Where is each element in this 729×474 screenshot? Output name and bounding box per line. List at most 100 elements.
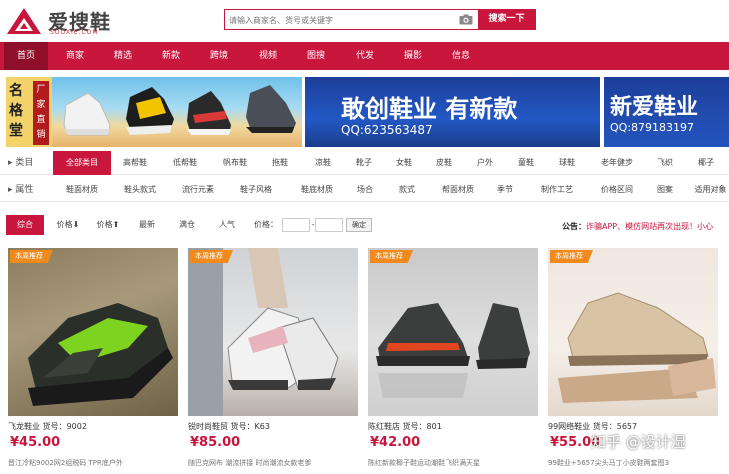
attribute-item[interactable]: 鞋子风格 — [230, 178, 282, 202]
category-item[interactable]: 凉鞋 — [305, 151, 341, 175]
product-desc[interactable]: 陈红新款椰子鞋运动潮鞋飞织满天星 — [368, 458, 538, 468]
attribute-item[interactable]: 场合 — [350, 178, 380, 202]
store-name[interactable]: 陈红鞋店 — [368, 422, 400, 431]
attribute-item[interactable]: 鞋底材质 — [291, 178, 343, 202]
attribute-item[interactable]: 鞋头款式 — [114, 178, 166, 202]
sort-popularity[interactable]: 人气 — [212, 215, 242, 235]
shoe-photo — [28, 303, 173, 406]
sort-price-asc[interactable]: 价格⬆ — [90, 215, 126, 235]
product-card[interactable]: 本周推荐 飞龙鞋业 货号：9002 ¥45.00 晋江冷粘9002网2组税码 T… — [8, 248, 178, 474]
category-item[interactable]: 低帮鞋 — [164, 151, 206, 175]
product-card[interactable]: 本周推荐 陈红鞋店 货号：801 ¥42.00 陈红新款椰子鞋运动潮鞋飞织满天星 — [368, 248, 538, 474]
nav-item-info[interactable]: 信息 — [439, 42, 483, 70]
category-item[interactable]: 老年健步 — [592, 151, 642, 175]
store-name[interactable]: 锐时尚鞋贸 — [188, 422, 228, 431]
product-tag: 本周推荐 — [10, 250, 53, 263]
attribute-item[interactable]: 图案 — [650, 178, 680, 202]
product-tag: 本周推荐 — [550, 250, 593, 263]
category-item[interactable]: 飞织 — [650, 151, 680, 175]
price-confirm-button[interactable]: 确定 — [346, 218, 372, 232]
category-item[interactable]: 高帮鞋 — [114, 151, 156, 175]
banner-ganchuang[interactable]: 敢创鞋业 有新款 QQ:623563487 — [305, 77, 600, 147]
nav-item-merchants[interactable]: 商家 — [53, 42, 97, 70]
sku: 801 — [426, 422, 442, 431]
category-item[interactable]: 帆布鞋 — [214, 151, 256, 175]
sku: 5657 — [616, 422, 638, 431]
nav-item-video[interactable]: 视频 — [246, 42, 290, 70]
sneaker-image — [63, 92, 111, 136]
banner-title: 新爱鞋业 — [610, 95, 699, 120]
attribute-item[interactable]: 鞋面材质 — [56, 178, 108, 202]
price-max-input[interactable] — [315, 218, 343, 232]
product-meta: 锐时尚鞋贸 货号：K63 — [188, 422, 270, 431]
store-name[interactable]: 99网络鞋业 — [548, 422, 590, 431]
nav-item-new[interactable]: 新款 — [149, 42, 193, 70]
shoe-photo — [558, 292, 716, 403]
sort-price-desc[interactable]: 价格⬇ — [50, 215, 86, 235]
sneaker-image — [126, 87, 174, 135]
sneaker-image — [187, 91, 231, 135]
badge-brand-text: 名 格 堂 — [9, 83, 23, 139]
logo-domain: SOOXIE.COM — [50, 29, 99, 36]
category-item[interactable]: 女鞋 — [386, 151, 422, 175]
product-tag: 本周推荐 — [370, 250, 413, 263]
product-price: ¥85.00 — [190, 435, 241, 450]
attribute-label: ▸ 属性 — [8, 185, 34, 195]
banner-badge: 名 格 堂 厂 家 直 销 — [6, 77, 52, 147]
attribute-item[interactable]: 适用对象 — [692, 178, 729, 202]
category-item[interactable]: 靴子 — [346, 151, 382, 175]
badge-factory-direct: 厂 家 直 销 — [33, 81, 49, 145]
product-tag: 本周推荐 — [190, 250, 233, 263]
sort-default[interactable]: 综合 — [6, 215, 44, 235]
price-min-input[interactable] — [282, 218, 310, 232]
category-filter-row: ▸ 类目 全部类目 高帮鞋 低帮鞋 帆布鞋 拖鞋 凉鞋 靴子 女鞋 皮鞋 户外 … — [0, 151, 729, 175]
banner-xinai[interactable]: 新爱鞋业 QQ:879183197 — [604, 77, 729, 147]
search-input[interactable] — [229, 13, 449, 27]
notice[interactable]: 公告：诈骗APP、模仿网站再次出现！小心 — [562, 221, 713, 232]
category-item[interactable]: 球鞋 — [549, 151, 585, 175]
attribute-item[interactable]: 款式 — [392, 178, 422, 202]
category-all[interactable]: 全部类目 — [53, 151, 111, 175]
nav-item-home[interactable]: 首页 — [4, 42, 48, 70]
camera-icon[interactable] — [459, 14, 473, 25]
product-card[interactable]: 本周推荐 锐时尚鞋贸 货号：K63 ¥85.00 随巴克网布 潮流拼接 时尚潮流… — [188, 248, 358, 474]
category-item[interactable]: 拖鞋 — [262, 151, 298, 175]
search-bar: 搜索一下 — [224, 9, 536, 30]
product-image[interactable] — [8, 248, 178, 416]
product-image[interactable] — [368, 248, 538, 416]
product-image[interactable] — [188, 248, 358, 416]
sort-newest[interactable]: 最新 — [132, 215, 162, 235]
nav-item-featured[interactable]: 精选 — [101, 42, 145, 70]
search-button[interactable]: 搜索一下 — [478, 10, 535, 29]
sort-stock[interactable]: 满仓 — [172, 215, 202, 235]
nav-item-image-search[interactable]: 图搜 — [294, 42, 338, 70]
category-item[interactable]: 户外 — [467, 151, 503, 175]
attribute-item[interactable]: 季节 — [490, 178, 520, 202]
price-range-label: 价格： — [254, 220, 278, 229]
product-image[interactable] — [548, 248, 718, 416]
product-price: ¥42.00 — [370, 435, 421, 450]
banner-mingetang[interactable]: 名 格 堂 厂 家 直 销 — [6, 77, 302, 147]
category-label: ▸ 类目 — [8, 158, 34, 168]
nav-item-photography[interactable]: 摄影 — [391, 42, 435, 70]
attribute-filter-row: ▸ 属性 鞋面材质 鞋头款式 流行元素 鞋子风格 鞋底材质 场合 款式 帮面材质… — [0, 178, 729, 202]
store-name[interactable]: 飞龙鞋业 — [8, 422, 40, 431]
product-desc[interactable]: 晋江冷粘9002网2组税码 TPR底户外 — [8, 458, 178, 468]
attribute-item[interactable]: 帮面材质 — [432, 178, 484, 202]
nav-item-dropship[interactable]: 代发 — [343, 42, 387, 70]
product-desc[interactable]: 99鞋业+5657尖头马丁小皮鞋两套图3 — [548, 458, 718, 468]
attribute-item[interactable]: 价格区间 — [592, 178, 642, 202]
sneaker-image — [246, 85, 296, 133]
shoe-photo — [188, 248, 339, 416]
notice-text[interactable]: 诈骗APP、模仿网站再次出现！小心 — [586, 222, 713, 231]
product-desc[interactable]: 随巴克网布 潮流拼接 时尚潮流女款老爹 — [188, 458, 358, 468]
site-logo[interactable]: 爱搜鞋 SOOXIE.COM — [6, 5, 136, 37]
category-item[interactable]: 椰子 — [690, 151, 722, 175]
attribute-item[interactable]: 制作工艺 — [532, 178, 582, 202]
category-item[interactable]: 皮鞋 — [426, 151, 462, 175]
attribute-item[interactable]: 流行元素 — [172, 178, 224, 202]
site-header: 爱搜鞋 SOOXIE.COM 搜索一下 — [0, 0, 729, 42]
nav-item-crossborder[interactable]: 跨境 — [197, 42, 241, 70]
product-meta: 飞龙鞋业 货号：9002 — [8, 422, 87, 431]
category-item[interactable]: 童鞋 — [508, 151, 544, 175]
